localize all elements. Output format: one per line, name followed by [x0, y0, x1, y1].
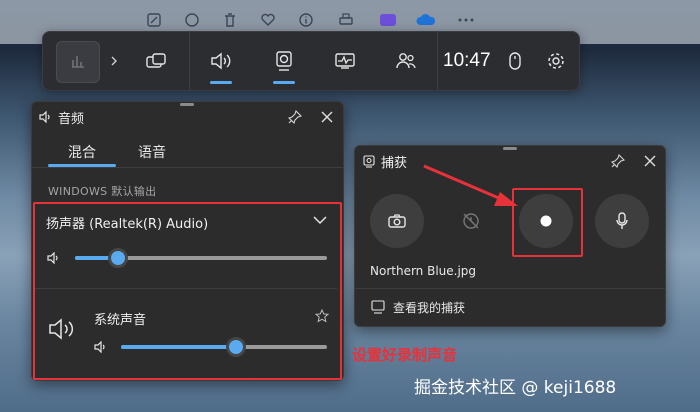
panel-drag-handle[interactable] — [503, 147, 517, 150]
tab-voice[interactable]: 语音 — [138, 142, 166, 162]
expand-chevron-button[interactable] — [103, 41, 125, 81]
microphone-toggle-button[interactable] — [595, 194, 649, 248]
close-icon[interactable] — [643, 154, 657, 168]
panel-drag-handle[interactable] — [180, 103, 194, 106]
rotate-icon[interactable] — [182, 10, 202, 30]
game-bar: 10:47 — [42, 31, 580, 91]
more-icon[interactable] — [456, 10, 476, 30]
output-section-label: WINDOWS 默认输出 — [48, 185, 157, 198]
game-bar-logo-icon — [72, 56, 84, 68]
info-icon[interactable] — [296, 10, 316, 30]
microphone-icon — [616, 212, 628, 229]
record-dot-icon — [540, 215, 552, 227]
capture-widget-button[interactable] — [259, 41, 309, 84]
onedrive-icon[interactable] — [416, 10, 436, 30]
capture-icon — [363, 155, 375, 168]
speaker-volume-icon — [47, 252, 58, 264]
system-sounds-icon — [49, 318, 74, 340]
output-device-name[interactable]: 扬声器 (Realtek(R) Audio) — [46, 213, 208, 232]
favorite-icon[interactable] — [258, 10, 278, 30]
last-capture-filename: Northern Blue.jpg — [370, 264, 477, 278]
slider-thumb[interactable] — [108, 248, 128, 268]
performance-widget-button[interactable] — [320, 41, 370, 81]
gear-icon — [548, 53, 564, 69]
section-divider — [35, 288, 337, 289]
widget-menu-icon — [146, 53, 166, 68]
star-icon[interactable] — [315, 309, 329, 323]
clock-time: 10:47 — [443, 50, 491, 71]
section-divider — [355, 288, 665, 289]
capture-icon — [276, 51, 292, 71]
xbox-social-button[interactable] — [381, 41, 431, 81]
close-icon[interactable] — [320, 110, 334, 124]
audio-widget-button[interactable] — [196, 41, 246, 84]
slider-thumb[interactable] — [226, 337, 246, 357]
mouse-icon — [509, 52, 521, 70]
settings-button[interactable] — [536, 41, 576, 81]
delete-icon[interactable] — [220, 10, 240, 30]
mouse-button[interactable] — [495, 41, 535, 81]
separator — [437, 32, 438, 90]
app-volume-slider[interactable] — [121, 337, 327, 357]
view-captures-link[interactable]: 查看我的捕获 — [393, 299, 465, 316]
annotation-text: 设置好录制声音 — [352, 346, 458, 364]
device-volume-slider[interactable] — [75, 248, 327, 268]
edit-image-icon[interactable] — [144, 10, 164, 30]
slider-fill — [121, 345, 236, 349]
home-widget-button[interactable] — [56, 41, 100, 83]
audio-icon — [211, 52, 231, 70]
chevron-down-icon[interactable] — [312, 214, 328, 226]
separator — [189, 32, 190, 90]
camera-icon — [388, 214, 406, 228]
annotation-arrow — [423, 164, 518, 206]
audio-icon — [39, 111, 50, 123]
audio-panel: 音频 混合 语音 WINDOWS 默认输出 扬声器 (Realtek(R) Au… — [31, 101, 344, 381]
record-last-disabled-icon — [463, 213, 479, 229]
panel-title: 音频 — [58, 112, 85, 127]
print-icon[interactable] — [336, 10, 356, 30]
tab-mix[interactable]: 混合 — [68, 142, 96, 162]
app-name: 系统声音 — [94, 313, 147, 328]
panel-title: 捕获 — [381, 156, 408, 171]
widget-menu-button[interactable] — [131, 41, 181, 81]
screenshot-button[interactable] — [370, 194, 424, 248]
xbox-social-icon — [396, 53, 416, 69]
pin-icon[interactable] — [611, 154, 625, 168]
performance-icon — [335, 53, 355, 69]
watermark: 掘金技术社区 @ keji1688 — [414, 378, 617, 398]
gallery-icon — [371, 300, 385, 314]
clipchamp-icon[interactable] — [378, 10, 398, 30]
chevron-right-icon — [111, 56, 117, 66]
pin-icon[interactable] — [288, 110, 302, 124]
tab-divider — [32, 167, 343, 168]
speaker-volume-icon — [94, 341, 105, 353]
